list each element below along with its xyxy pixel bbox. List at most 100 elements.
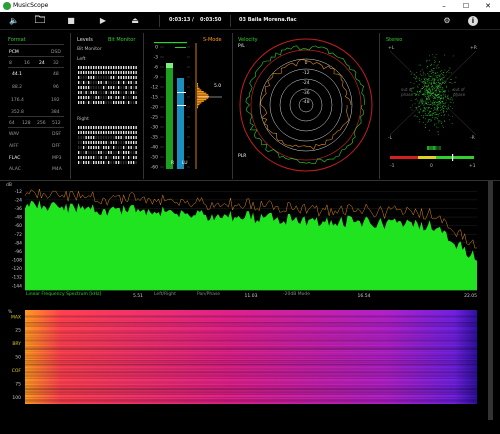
scope-dot [423,122,424,123]
scope-dot [431,89,433,90]
bit-cell [108,126,110,129]
minimize-button[interactable]: – [433,0,455,12]
scope-dot [432,92,434,93]
bit-cell [100,101,102,104]
info-icon[interactable]: i [468,16,478,26]
scope-dot [439,71,441,72]
scope-dot [437,97,439,98]
vertical-scrollbar[interactable] [488,180,493,420]
stop-icon[interactable]: ■ [64,14,78,28]
scope-dot [429,111,431,113]
app-title: MusicScope [13,2,49,9]
scope-dot [434,117,436,119]
scope-dot [434,87,435,89]
scope-dot [434,89,436,91]
spectrum-y-tick: -96 [15,249,22,255]
scope-dot [428,79,430,80]
scope-dot [430,104,432,105]
meter-scale-tick: -12 [151,85,158,91]
mode-left-right[interactable]: Left/Right [154,292,176,297]
play-icon[interactable]: ▶ [96,14,110,28]
bit-cell [90,101,92,104]
bit-cell [128,76,130,79]
bit-cell [125,71,127,74]
scope-dot [434,98,436,99]
scope-dot [441,87,443,88]
bit-cell [105,91,107,94]
volume-icon[interactable]: 🔈 [7,14,21,28]
bit-cell [135,91,137,94]
scope-dot [443,97,444,98]
time-separator: / [192,17,194,23]
bit-cell [133,96,135,99]
bit-cell [90,96,92,99]
scope-dot [413,83,415,84]
scope-dot [439,101,441,103]
bit-cell [78,141,80,144]
scope-dot [435,102,437,104]
bit-cell [133,141,135,144]
scope-dot [416,77,418,79]
scope-dot [420,88,422,90]
mode-pan-phase[interactable]: Pan/Phase [197,292,220,297]
scope-dot [421,114,422,116]
spectrum-x-tick: 16.54 [358,293,371,299]
spectrum-y-tick: -60 [15,223,22,229]
bit-cell [133,66,135,69]
spectrogram-streak [25,374,477,376]
scope-dot [444,54,445,56]
scope-dot [424,91,426,92]
bit-cell [123,66,125,69]
bit-cell [120,151,122,154]
scope-dot [444,106,446,107]
bit-monitor-title: Bit Monitor [108,37,136,43]
mode-minus-20db[interactable]: -20dB Mode [283,292,310,297]
spectrogram-streak [25,397,477,398]
scope-dot [440,85,442,87]
scope-dot [440,80,441,82]
bit-cell [115,136,117,139]
scope-dot [445,82,446,83]
meter-peak-cap [166,63,173,68]
bit-cell [113,96,115,99]
bit-cell [83,156,85,159]
scope-dot [438,75,440,76]
scope-dot [442,88,444,90]
scope-dot [431,69,432,71]
scope-dot [434,81,436,83]
out-of-phase-right: out of phase [453,87,466,97]
close-button[interactable]: ✕ [477,0,499,12]
scope-dot [446,97,448,98]
bit-cell [108,71,110,74]
scope-dot [448,90,450,92]
scope-dot [422,110,424,111]
spectrogram-streak [25,386,477,387]
bit-cell [128,81,130,84]
bit-cell [120,161,122,164]
scope-dot [440,102,441,103]
format-divider [8,56,64,57]
scope-dot [433,68,435,69]
bit-cell [85,146,87,149]
scope-dot [434,84,436,86]
bit-cell [130,146,132,149]
bit-cell [88,131,90,134]
scope-dot [450,72,452,74]
eject-icon[interactable]: ⏏ [128,14,142,28]
format-rate-384: 384 [51,110,60,115]
open-folder-icon[interactable] [33,14,47,28]
track-name: 03 Baila Morena.flac [239,17,297,23]
correlation-history-bar [431,146,433,150]
settings-gear-icon[interactable]: ⚙ [440,14,454,28]
bit-cell [135,76,137,79]
bit-cell [93,161,95,164]
bit-cell [135,131,137,134]
scope-dot [429,89,430,91]
bit-cell [108,141,110,144]
scope-dot [428,102,429,103]
bit-cell [100,71,102,74]
spectrum-y-tick: -84 [15,240,22,246]
bit-cell [110,86,112,89]
scope-dot [427,91,429,93]
maximize-button[interactable]: ☐ [455,0,477,12]
